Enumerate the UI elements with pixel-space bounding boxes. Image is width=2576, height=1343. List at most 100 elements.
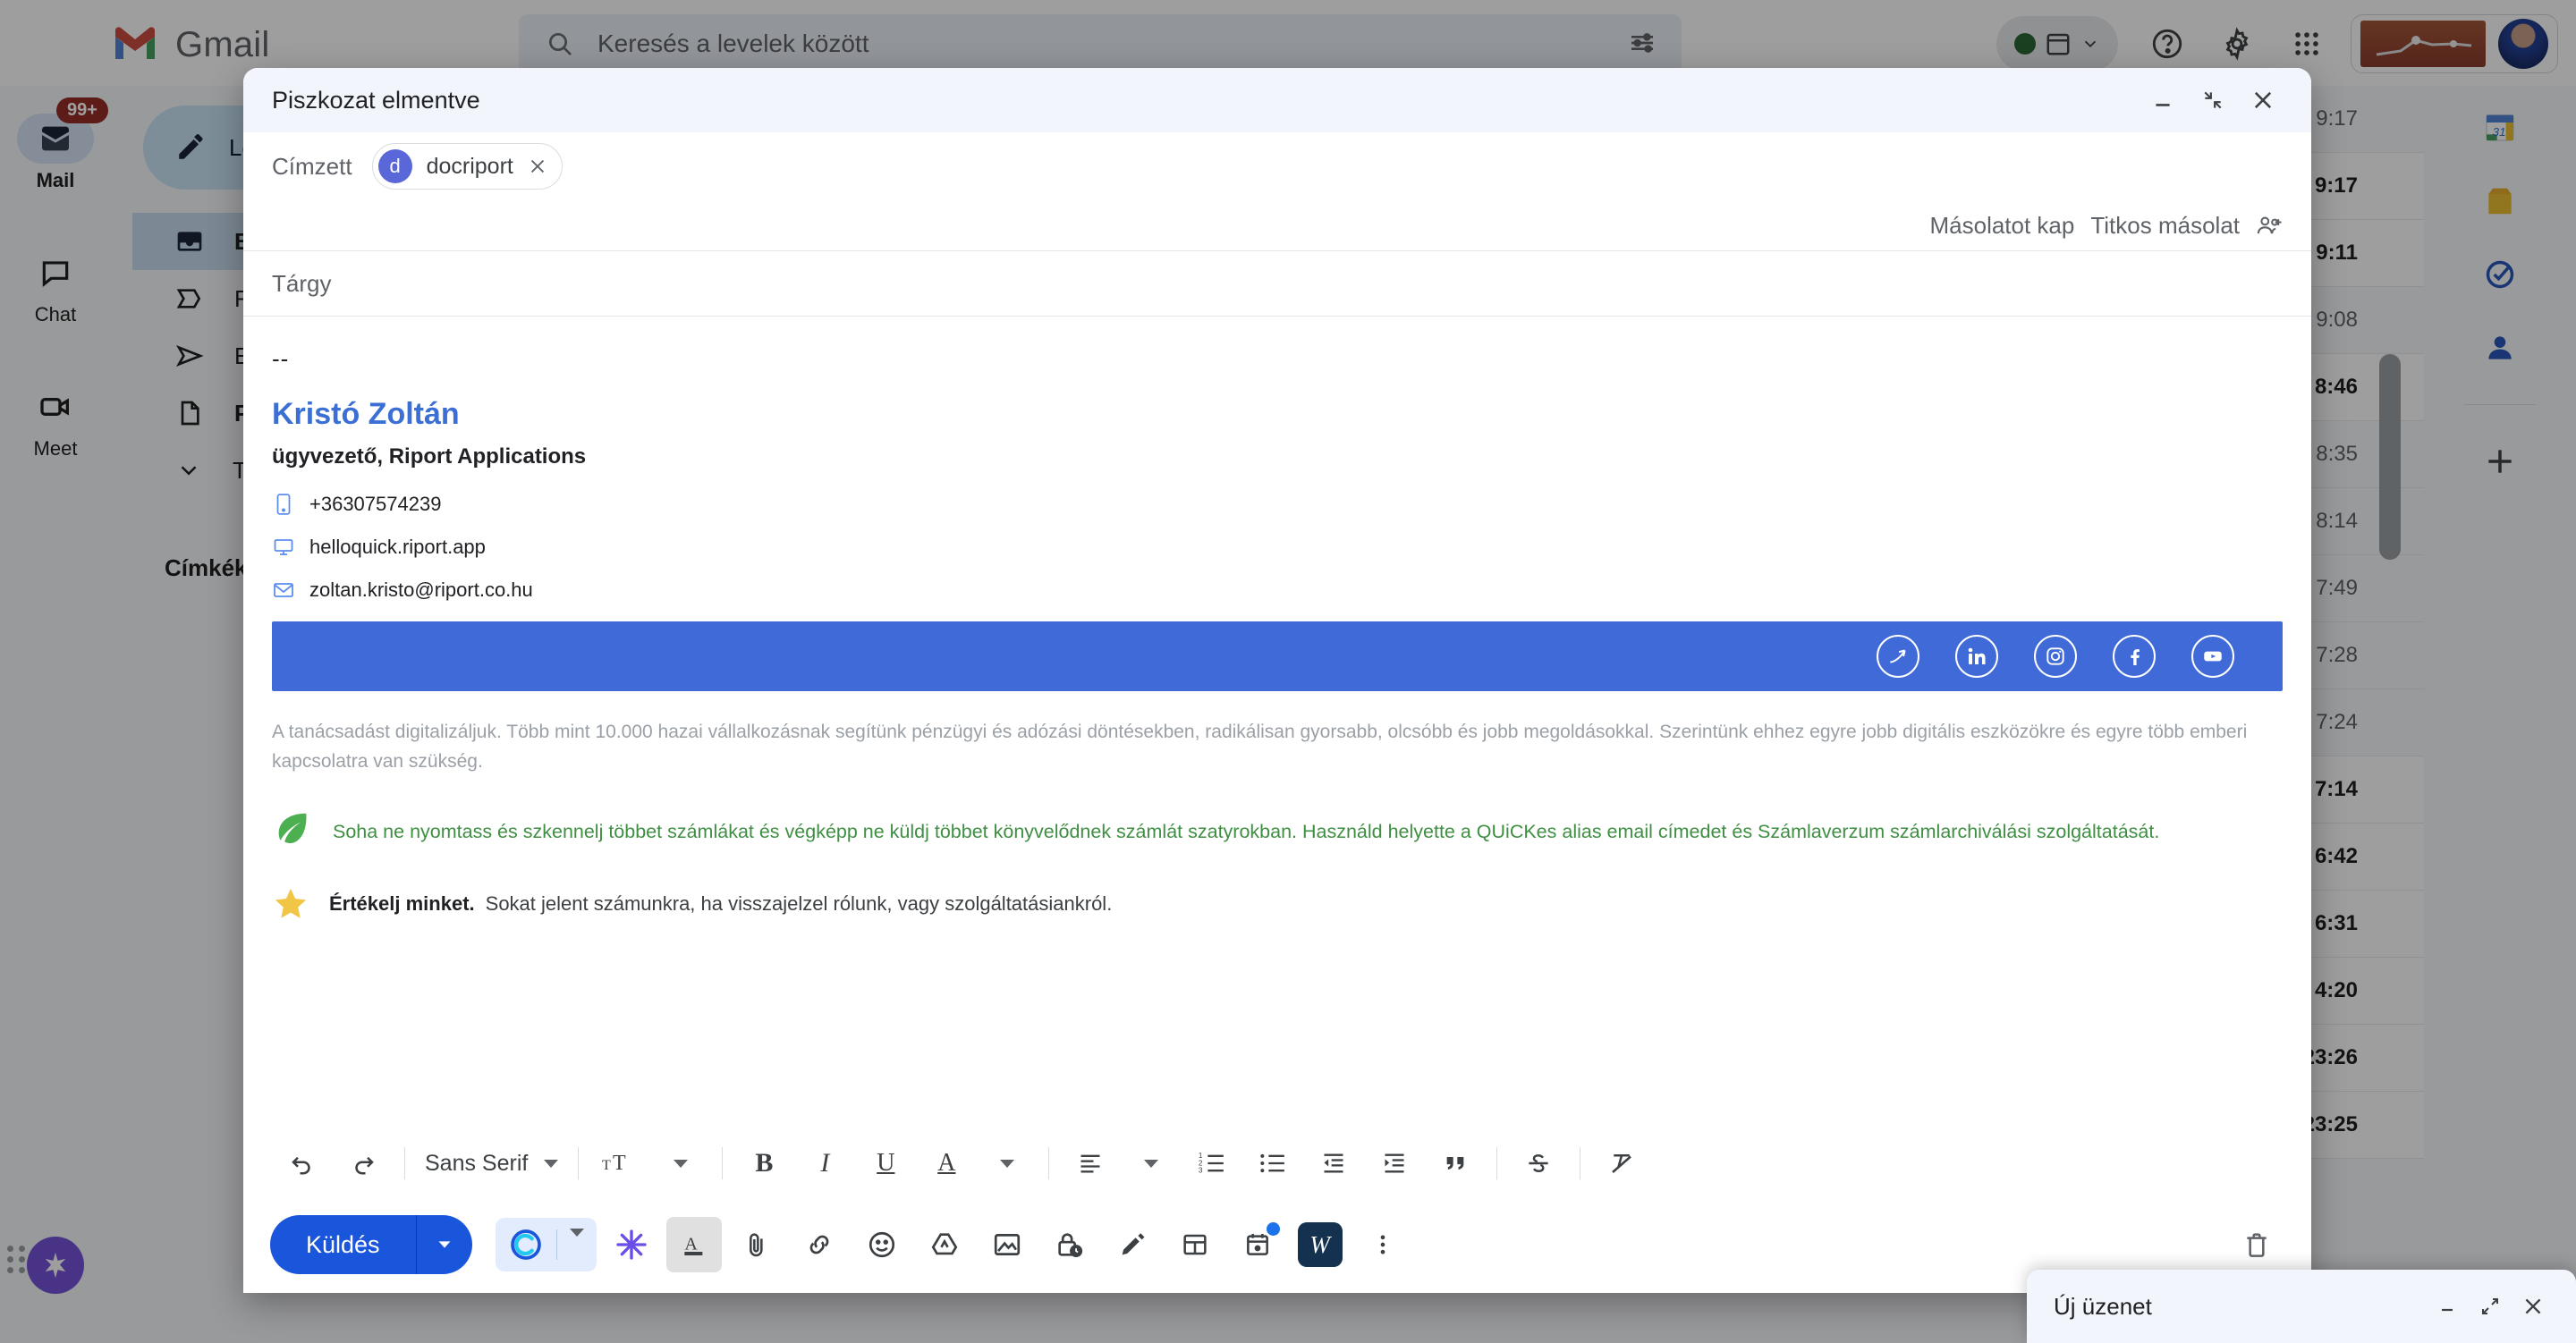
cc-link[interactable]: Másolatot kap	[1929, 212, 2074, 240]
google-contacts-icon[interactable]	[2483, 331, 2517, 365]
calendly-chip[interactable]	[495, 1218, 597, 1271]
discard-draft-icon[interactable]	[2229, 1217, 2284, 1272]
compass-icon[interactable]	[1877, 635, 1919, 678]
grammarly-icon[interactable]	[604, 1217, 659, 1272]
rail-item-label: Meet	[33, 437, 78, 460]
minimize-icon[interactable]	[2138, 75, 2188, 125]
exit-fullscreen-icon[interactable]	[2188, 75, 2238, 125]
rail-item-label: Mail	[36, 169, 75, 191]
image-icon[interactable]	[979, 1217, 1035, 1272]
chevron-down-icon[interactable]	[1121, 1138, 1182, 1188]
drive-icon[interactable]	[917, 1217, 972, 1272]
compose-body: Címzett d docriport Másolatot kap Titkos…	[243, 132, 2311, 1293]
wordtune-icon[interactable]: W	[1292, 1217, 1348, 1272]
font-family-value: Sans Serif	[425, 1150, 529, 1176]
compose-title: Piszkozat elmentve	[272, 86, 480, 114]
undo-icon[interactable]	[272, 1138, 333, 1188]
rail-item-meet[interactable]: Meet	[0, 354, 111, 488]
calendly-icon[interactable]	[508, 1227, 544, 1263]
facebook-icon[interactable]	[2113, 635, 2156, 678]
google-keep-icon[interactable]	[2483, 184, 2517, 218]
google-calendar-icon[interactable]: 31	[2482, 109, 2518, 145]
signature-phone: +36307574239	[309, 493, 442, 515]
bcc-link[interactable]: Titkos másolat	[2090, 212, 2240, 240]
emoji-icon[interactable]	[854, 1217, 910, 1272]
signature-website: helloquick.riport.app	[309, 536, 486, 558]
status-chip[interactable]	[1996, 16, 2118, 72]
divider	[555, 1229, 557, 1260]
bold-button[interactable]: B	[733, 1138, 794, 1188]
link-icon[interactable]	[792, 1217, 847, 1272]
quote-icon[interactable]	[1425, 1138, 1486, 1188]
chat-icon	[17, 248, 94, 298]
row-time: 9:17	[2316, 106, 2358, 131]
search-placeholder: Keresés a levelek között	[597, 30, 869, 57]
send-button[interactable]: Küldés	[270, 1215, 472, 1274]
italic-button[interactable]: I	[794, 1138, 855, 1188]
rail-item-chat[interactable]: Chat	[0, 220, 111, 354]
attach-icon[interactable]	[729, 1217, 784, 1272]
subject-row[interactable]: Tárgy	[243, 251, 2311, 317]
rate-bold: Értékelj minket.	[329, 892, 475, 916]
close-icon[interactable]	[2238, 75, 2288, 125]
formatting-options-icon[interactable]: A	[665, 1217, 722, 1272]
recipient-name: docriport	[426, 153, 513, 179]
signature-pen-icon[interactable]	[1105, 1217, 1160, 1272]
redo-icon[interactable]	[333, 1138, 394, 1188]
remove-recipient-icon[interactable]	[528, 156, 547, 176]
youtube-icon[interactable]	[2191, 635, 2234, 678]
add-addon-icon[interactable]	[2483, 444, 2517, 478]
close-icon[interactable]	[2512, 1285, 2555, 1328]
strikethrough-icon[interactable]	[1508, 1138, 1569, 1188]
expand-icon[interactable]	[2469, 1285, 2512, 1328]
bulleted-list-icon[interactable]	[1242, 1138, 1303, 1188]
add-contacts-icon[interactable]	[2256, 213, 2284, 238]
chevron-down-icon[interactable]	[977, 1138, 1038, 1188]
row-time: 8:14	[2316, 509, 2358, 533]
mini-compose-window[interactable]: Új üzenet	[2027, 1270, 2576, 1343]
format-size-icon[interactable]: T T	[589, 1138, 650, 1188]
rail-item-mail[interactable]: 99+ Mail	[0, 86, 111, 220]
drag-handle-icon[interactable]	[7, 1246, 26, 1273]
search-options-icon[interactable]	[1628, 29, 1657, 57]
cc-bcc-row: Másolatot kap Titkos másolat	[243, 200, 2311, 251]
align-icon[interactable]	[1060, 1138, 1121, 1188]
format-toolbar: Sans Serif T T B I U A 1 2 3	[265, 1130, 2290, 1196]
avatar[interactable]	[2498, 19, 2548, 69]
svg-text:3: 3	[1199, 1167, 1203, 1175]
search-bar[interactable]: Keresés a levelek között	[519, 14, 1682, 73]
recipient-chip[interactable]: d docriport	[371, 143, 563, 190]
linkedin-icon[interactable]	[1955, 635, 1998, 678]
indent-icon[interactable]	[1364, 1138, 1425, 1188]
list-scrollbar[interactable]	[2379, 354, 2401, 560]
message-editor[interactable]: -- Kristó Zoltán ügyvezető, Riport Appli…	[243, 317, 2311, 1130]
recipient-row[interactable]: Címzett d docriport	[243, 132, 2311, 200]
account-box[interactable]	[2351, 14, 2558, 73]
send-options-icon[interactable]	[417, 1235, 472, 1254]
instagram-icon[interactable]	[2034, 635, 2077, 678]
underline-button[interactable]: U	[855, 1138, 916, 1188]
template-icon[interactable]	[1167, 1217, 1223, 1272]
google-tasks-icon[interactable]	[2483, 258, 2517, 291]
font-family-select[interactable]: Sans Serif	[416, 1151, 567, 1177]
green-note-text: Soha ne nyomtass és szkennelj többet szá…	[333, 821, 2160, 843]
social-banner	[272, 621, 2283, 691]
minimize-icon[interactable]	[2426, 1285, 2469, 1328]
assistant-button[interactable]	[27, 1237, 84, 1294]
format-toolbar-inner: Sans Serif T T B I U A 1 2 3	[265, 1138, 1659, 1188]
divider	[722, 1147, 724, 1179]
subject-input[interactable]: Tárgy	[272, 270, 331, 298]
schedule-send-icon[interactable]	[1230, 1217, 1285, 1272]
divider	[2464, 404, 2536, 405]
send-bar: Küldés A W	[243, 1196, 2311, 1293]
schedule-caret-icon[interactable]	[569, 1229, 584, 1253]
compose-header: Piszkozat elmentve	[243, 68, 2311, 132]
remove-format-icon[interactable]	[1591, 1138, 1652, 1188]
confidential-mode-icon[interactable]	[1042, 1217, 1097, 1272]
numbered-list-icon[interactable]: 1 2 3	[1182, 1138, 1242, 1188]
outdent-icon[interactable]	[1303, 1138, 1364, 1188]
more-options-icon[interactable]	[1355, 1217, 1411, 1272]
signature-phone-row: +36307574239	[272, 493, 2283, 516]
text-color-button[interactable]: A	[916, 1138, 977, 1188]
chevron-down-icon[interactable]	[650, 1138, 711, 1188]
